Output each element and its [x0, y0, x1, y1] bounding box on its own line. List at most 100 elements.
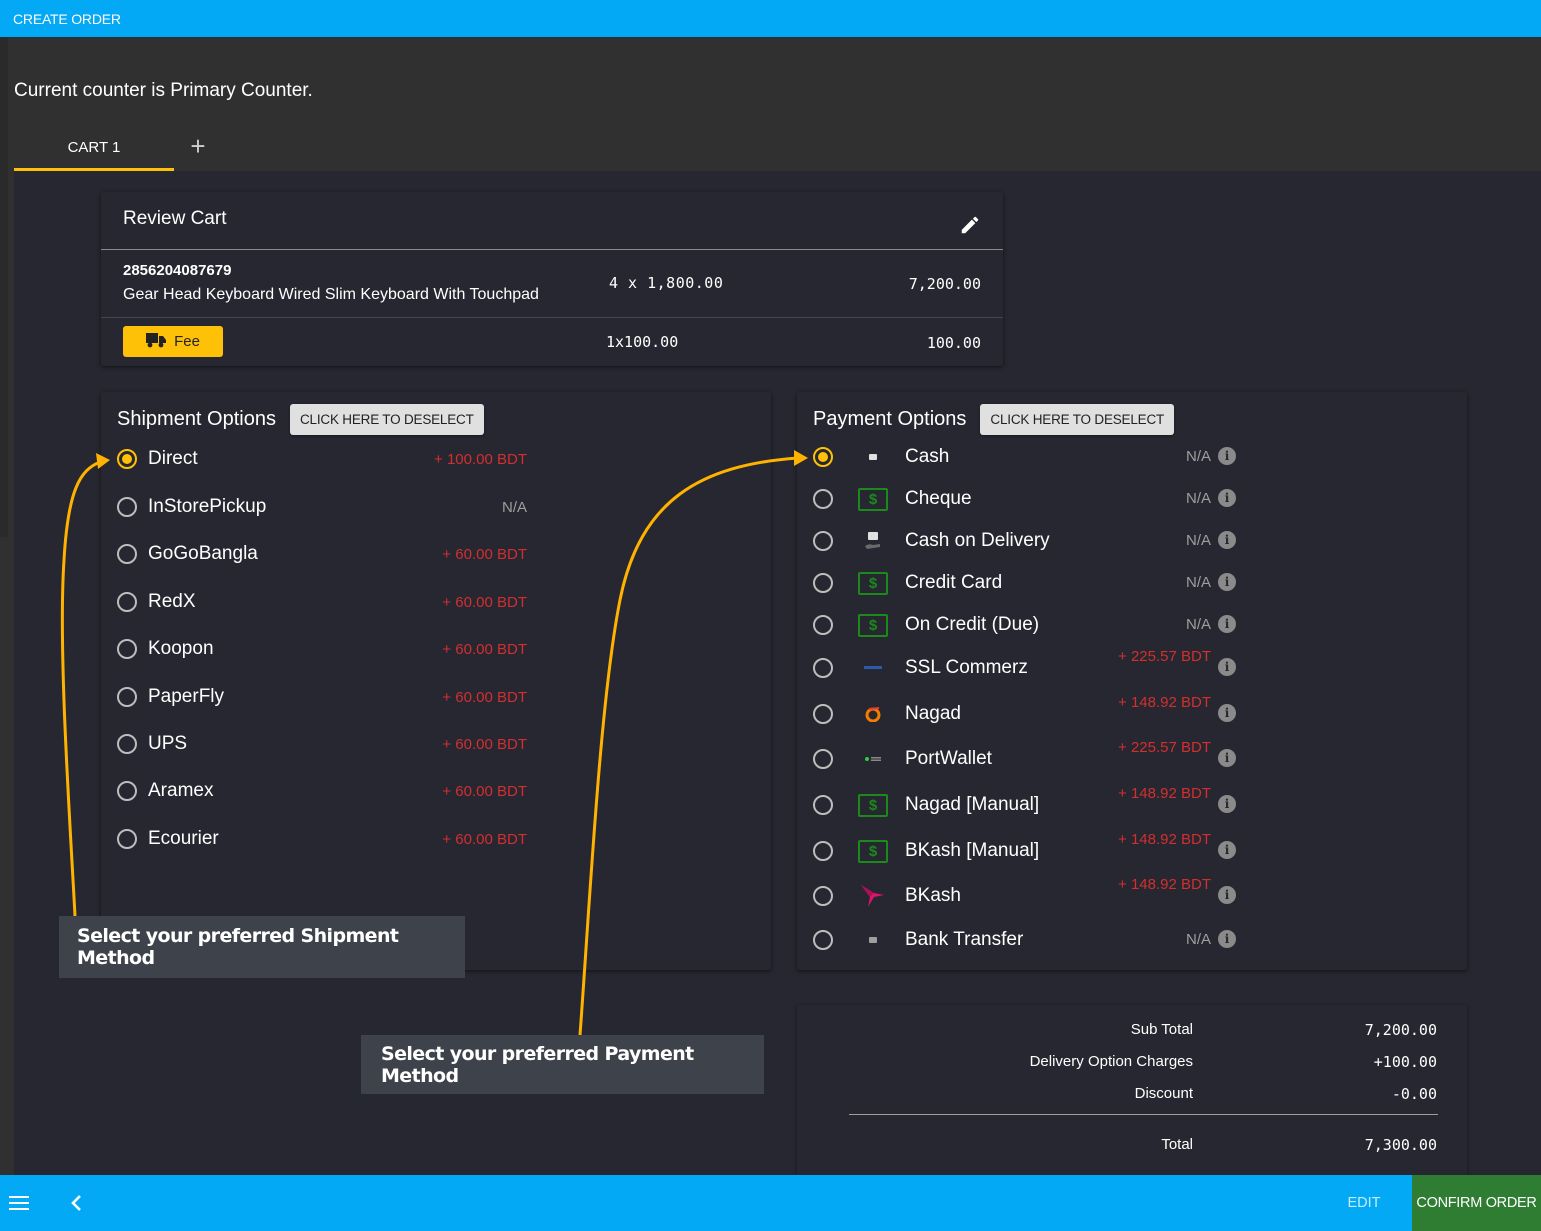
- item-name: Gear Head Keyboard Wired Slim Keyboard W…: [123, 286, 539, 303]
- shipment-option-label: Koopon: [148, 638, 214, 659]
- shipment-header: Shipment Options CLICK HERE TO DESELECT: [117, 404, 484, 435]
- counter-info: Current counter is Primary Counter.: [14, 80, 313, 101]
- payment-option-label: BKash: [905, 885, 961, 906]
- payment-radio[interactable]: [813, 573, 833, 593]
- shipment-options-card: Shipment Options CLICK HERE TO DESELECT …: [101, 392, 771, 970]
- tab-cart-1[interactable]: CART 1: [14, 124, 174, 171]
- shipment-radio[interactable]: [117, 829, 137, 849]
- shipment-radio[interactable]: [117, 497, 137, 517]
- info-icon[interactable]: i: [1218, 615, 1236, 633]
- info-icon[interactable]: i: [1218, 795, 1236, 813]
- shipment-option-ups[interactable]: UPS + 60.00 BDT: [117, 732, 757, 756]
- shipment-deselect-button[interactable]: CLICK HERE TO DESELECT: [289, 404, 484, 435]
- shipment-option-price: + 60.00 BDT: [442, 782, 527, 800]
- info-icon[interactable]: i: [1218, 704, 1236, 722]
- payment-option-nagad[interactable]: Nagad + 148.92 BDT i: [813, 694, 1453, 726]
- payment-option-nagad-manual[interactable]: $ Nagad [Manual] + 148.92 BDT i: [813, 785, 1453, 817]
- payment-option-price: N/A: [1185, 448, 1211, 465]
- shipment-radio[interactable]: [117, 639, 137, 659]
- shipment-radio[interactable]: [117, 734, 137, 754]
- fee-total: 100.00: [926, 334, 981, 352]
- add-cart-tab-button[interactable]: +: [174, 124, 222, 168]
- review-cart-header: Review Cart: [101, 192, 1003, 250]
- info-icon[interactable]: i: [1218, 841, 1236, 859]
- fee-button[interactable]: Fee: [123, 326, 223, 357]
- payment-option-ssl-commerz[interactable]: SSL Commerz + 225.57 BDT i: [813, 648, 1453, 680]
- payment-option-price: N/A: [1185, 490, 1211, 507]
- shipment-option-koopon[interactable]: Koopon + 60.00 BDT: [117, 637, 757, 661]
- payment-option-credit-card[interactable]: $ Credit Card N/A i: [813, 571, 1453, 595]
- cash-icon: [857, 445, 889, 469]
- info-icon[interactable]: i: [1218, 658, 1236, 676]
- shipment-radio[interactable]: [117, 781, 137, 801]
- payment-radio[interactable]: [813, 658, 833, 678]
- payment-radio[interactable]: [813, 795, 833, 815]
- shipment-radio[interactable]: [117, 687, 137, 707]
- payment-option-price: + 148.92 BDT: [1118, 694, 1211, 711]
- payment-radio[interactable]: [813, 930, 833, 950]
- info-icon[interactable]: i: [1218, 573, 1236, 591]
- payment-option-label: BKash [Manual]: [905, 840, 1040, 861]
- shipment-option-instorepickup[interactable]: InStorePickup N/A: [117, 495, 757, 519]
- payment-option-bkash[interactable]: BKash + 148.92 BDT i: [813, 876, 1453, 908]
- info-icon[interactable]: i: [1218, 531, 1236, 549]
- payment-option-portwallet[interactable]: PortWallet + 225.57 BDT i: [813, 739, 1453, 771]
- discount-row: Discount -0.00: [797, 1085, 1437, 1109]
- shipment-option-gogobangla[interactable]: GoGoBangla + 60.00 BDT: [117, 542, 757, 566]
- shipment-radio[interactable]: [117, 449, 137, 469]
- info-icon[interactable]: i: [1218, 447, 1236, 465]
- payment-radio[interactable]: [813, 615, 833, 635]
- payment-option-on-credit-due[interactable]: $ On Credit (Due) N/A i: [813, 613, 1453, 637]
- total-label: Total: [1161, 1136, 1193, 1153]
- shipment-title: Shipment Options: [117, 408, 276, 430]
- shipment-option-direct[interactable]: Direct + 100.00 BDT: [117, 447, 757, 471]
- shipment-option-aramex[interactable]: Aramex + 60.00 BDT: [117, 779, 757, 803]
- payment-option-cash-on-delivery[interactable]: Cash on Delivery N/A i: [813, 529, 1453, 553]
- payment-radio[interactable]: [813, 841, 833, 861]
- back-chevron-icon[interactable]: [64, 1191, 88, 1215]
- payment-radio[interactable]: [813, 749, 833, 769]
- payment-radio[interactable]: [813, 489, 833, 509]
- payment-option-price: N/A: [1185, 616, 1211, 633]
- menu-icon[interactable]: [6, 1191, 32, 1215]
- shipment-option-label: Aramex: [148, 780, 214, 801]
- confirm-order-button[interactable]: CONFIRM ORDER: [1412, 1175, 1541, 1231]
- dollar-bill-icon: $: [857, 487, 889, 511]
- delivery-charges-row: Delivery Option Charges +100.00: [797, 1053, 1437, 1077]
- edit-cart-pencil-icon[interactable]: [959, 214, 981, 236]
- info-icon[interactable]: i: [1218, 489, 1236, 507]
- shipment-option-ecourier[interactable]: Ecourier + 60.00 BDT: [117, 827, 757, 851]
- order-totals: Sub Total 7,200.00 Delivery Option Charg…: [797, 1005, 1467, 1175]
- dollar-bill-icon: $: [857, 571, 889, 595]
- payment-option-label: Cash: [905, 446, 950, 467]
- payment-option-bank-transfer[interactable]: Bank Transfer N/A i: [813, 928, 1453, 952]
- payment-option-bkash-manual[interactable]: $ BKash [Manual] + 148.92 BDT i: [813, 831, 1453, 863]
- payment-deselect-button[interactable]: CLICK HERE TO DESELECT: [980, 404, 1175, 435]
- dollar-bill-icon: $: [857, 613, 889, 637]
- payment-option-cheque[interactable]: $ Cheque N/A i: [813, 487, 1453, 511]
- delivery-charges-value: +100.00: [1373, 1053, 1437, 1071]
- edit-button[interactable]: EDIT: [1330, 1175, 1398, 1231]
- item-sku: 2856204087679: [123, 262, 232, 279]
- info-icon[interactable]: i: [1218, 749, 1236, 767]
- shipment-option-redx[interactable]: RedX + 60.00 BDT: [117, 590, 757, 614]
- portwallet-logo-icon: [857, 747, 889, 771]
- shipment-callout: Select your preferred Shipment Method: [59, 916, 465, 978]
- payment-option-cash[interactable]: Cash N/A i: [813, 445, 1453, 469]
- payment-radio[interactable]: [813, 886, 833, 906]
- shipment-radio[interactable]: [117, 592, 137, 612]
- shipment-radio[interactable]: [117, 544, 137, 564]
- shipment-option-label: UPS: [148, 733, 188, 754]
- payment-radio[interactable]: [813, 704, 833, 724]
- payment-radio[interactable]: [813, 447, 833, 467]
- shipment-option-paperfly[interactable]: PaperFly + 60.00 BDT: [117, 685, 757, 709]
- shipment-option-price: N/A: [501, 498, 527, 516]
- payment-radio[interactable]: [813, 531, 833, 551]
- delivery-charges-label: Delivery Option Charges: [1029, 1053, 1193, 1070]
- item-qty-price: 4 x 1,800.00: [609, 274, 724, 292]
- review-cart-card: Review Cart 2856204087679 Gear Head Keyb…: [101, 192, 1003, 366]
- info-icon[interactable]: i: [1218, 930, 1236, 948]
- info-icon[interactable]: i: [1218, 886, 1236, 904]
- payment-option-price: + 225.57 BDT: [1118, 648, 1211, 665]
- review-cart-title: Review Cart: [123, 208, 227, 229]
